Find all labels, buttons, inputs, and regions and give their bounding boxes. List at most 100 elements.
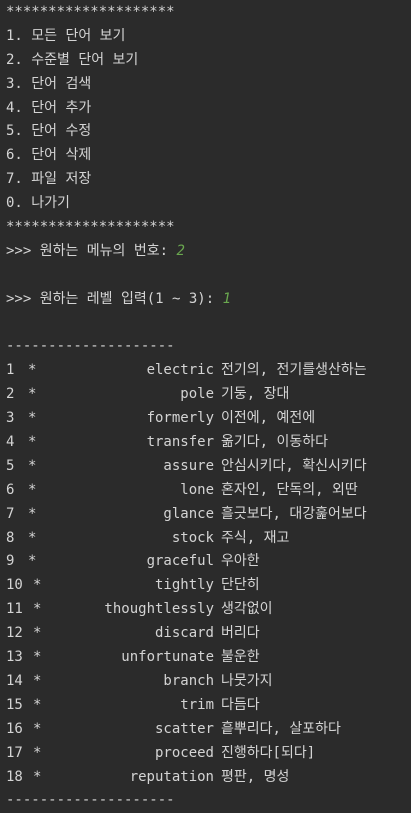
word-row-number: 18 — [6, 768, 23, 785]
word-row: 4 * transfer 옮기다, 이동하다 — [6, 431, 409, 455]
word-row: 18 * reputation 평판, 명성 — [6, 766, 409, 790]
menu-item-search: 3. 단어 검색 — [6, 75, 92, 92]
word-row: 8 * stock 주식, 재고 — [6, 527, 409, 551]
menu-border-top: ******************** — [6, 4, 175, 20]
word-row-marker: * — [28, 481, 37, 498]
word-row-meaning: 이전에, 예전에 — [221, 410, 316, 427]
word-row-meaning: 혼자인, 단독의, 외딴 — [221, 481, 358, 498]
menu-prompt-input[interactable]: 2 — [176, 243, 184, 259]
word-row-marker: * — [28, 457, 37, 474]
word-row-marker: * — [33, 720, 42, 737]
word-row-word: lone — [180, 481, 214, 498]
word-row-word: unfortunate — [121, 649, 214, 666]
word-row-number: 1 — [6, 362, 15, 379]
list-divider-bottom: -------------------- — [6, 792, 175, 809]
menu-prompt-label: >>> 원하는 메뉴의 번호: — [6, 242, 177, 259]
word-row-meaning: 다듬다 — [221, 696, 260, 713]
menu-item-save-file: 7. 파일 저장 — [6, 171, 92, 188]
word-row-word: formerly — [146, 410, 214, 427]
word-row-meaning: 우아한 — [221, 553, 260, 570]
word-row-word: thoughtlessly — [104, 601, 214, 618]
word-row-word: graceful — [146, 553, 214, 570]
word-row: 13 * unfortunate 불운한 — [6, 646, 409, 670]
word-row-marker: * — [33, 672, 42, 689]
word-row-number: 2 — [6, 386, 15, 403]
word-row: 14 * branch 나뭇가지 — [6, 670, 409, 694]
word-row-meaning: 안심시키다, 확신시키다 — [221, 457, 367, 474]
word-row: 10 * tightly 단단히 — [6, 574, 409, 598]
word-row: 16 * scatter 흩뿌리다, 살포하다 — [6, 718, 409, 742]
word-row-meaning: 평판, 명성 — [221, 768, 290, 785]
word-row-marker: * — [33, 696, 42, 713]
word-row: 6 * lone 혼자인, 단독의, 외딴 — [6, 479, 409, 503]
word-row-marker: * — [28, 529, 37, 546]
word-row-number: 16 — [6, 720, 23, 737]
word-row: 1 * electric 전기의, 전기를생산하는 — [6, 359, 409, 383]
word-row-word: tightly — [154, 577, 214, 594]
word-row-marker: * — [28, 505, 37, 522]
word-row-marker: * — [33, 744, 42, 761]
word-row-number: 4 — [6, 434, 15, 451]
word-row-meaning: 단단히 — [221, 577, 260, 594]
word-row-number: 9 — [6, 553, 15, 570]
word-row-number: 3 — [6, 410, 15, 427]
word-row-word: reputation — [129, 768, 214, 785]
word-row-meaning: 흩뿌리다, 살포하다 — [221, 720, 341, 737]
word-row-meaning: 진행하다[되다] — [221, 744, 316, 761]
word-row-number: 15 — [6, 696, 23, 713]
word-row: 11 * thoughtlessly 생각없이 — [6, 598, 409, 622]
word-row-word: glance — [163, 505, 214, 522]
menu-item-edit: 5. 단어 수정 — [6, 123, 92, 140]
word-row: 5 * assure 안심시키다, 확신시키다 — [6, 455, 409, 479]
word-row-meaning: 불운한 — [221, 649, 260, 666]
word-row-meaning: 흘긋보다, 대강훑어보다 — [221, 505, 367, 522]
word-row-marker: * — [33, 649, 42, 666]
word-row-number: 11 — [6, 601, 23, 618]
word-row-marker: * — [28, 362, 37, 379]
word-row-number: 6 — [6, 481, 15, 498]
word-row: 2 * pole 기둥, 장대 — [6, 383, 409, 407]
level-prompt-input[interactable]: 1 — [223, 291, 231, 307]
word-row: 7 * glance 흘긋보다, 대강훑어보다 — [6, 503, 409, 527]
menu-item-view-all: 1. 모든 단어 보기 — [6, 27, 126, 44]
word-row: 17 * proceed 진행하다[되다] — [6, 742, 409, 766]
word-row-meaning: 전기의, 전기를생산하는 — [221, 362, 367, 379]
word-row-marker: * — [28, 386, 37, 403]
word-row-number: 12 — [6, 625, 23, 642]
menu-item-delete: 6. 단어 삭제 — [6, 147, 92, 164]
word-row-marker: * — [28, 410, 37, 427]
word-row-marker: * — [33, 768, 42, 785]
word-row-word: scatter — [154, 720, 214, 737]
word-row-number: 7 — [6, 505, 15, 522]
menu-item-exit: 0. 나가기 — [6, 195, 70, 212]
word-row-word: assure — [163, 457, 214, 474]
word-list: 1 * electric 전기의, 전기를생산하는 2 * pole 기둥, 장대 3 * form… — [6, 359, 409, 789]
word-row: 12 * discard 버리다 — [6, 622, 409, 646]
word-row-marker: * — [28, 434, 37, 451]
menu-prompt: >>> 원하는 메뉴의 번호: 2 — [6, 240, 409, 264]
word-row-number: 10 — [6, 577, 23, 594]
word-row-marker: * — [33, 577, 42, 594]
level-prompt-label: >>> 원하는 레벨 입력(1 ~ 3): — [6, 290, 223, 307]
level-prompt: >>> 원하는 레벨 입력(1 ~ 3): 1 — [6, 288, 409, 312]
word-row-meaning: 기둥, 장대 — [221, 386, 290, 403]
word-row: 3 * formerly 이전에, 예전에 — [6, 407, 409, 431]
word-row-meaning: 나뭇가지 — [221, 672, 273, 689]
word-row-meaning: 옮기다, 이동하다 — [221, 434, 329, 451]
word-row: 15 * trim 다듬다 — [6, 694, 409, 718]
word-row-meaning: 버리다 — [221, 625, 260, 642]
word-row: 9 * graceful 우아한 — [6, 550, 409, 574]
console-output[interactable]: ******************** 1. 모든 단어 보기 2. 수준별 … — [6, 1, 409, 813]
word-row-word: pole — [180, 386, 214, 403]
menu-border-bottom: ******************** — [6, 219, 175, 236]
word-row-word: proceed — [154, 744, 214, 761]
word-row-word: stock — [171, 529, 214, 546]
word-row-word: trim — [180, 696, 214, 713]
word-row-number: 14 — [6, 672, 23, 689]
word-row-marker: * — [33, 625, 42, 642]
word-row-number: 13 — [6, 649, 23, 666]
menu-item-add: 4. 단어 추가 — [6, 99, 92, 116]
word-row-meaning: 생각없이 — [221, 601, 273, 618]
